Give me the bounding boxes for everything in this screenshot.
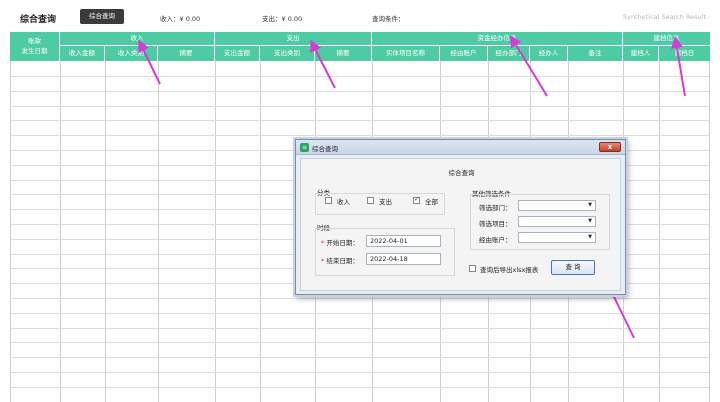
- grid-row-line: [10, 76, 710, 77]
- grid-column-line: [215, 61, 216, 402]
- grid-row-line: [10, 327, 710, 329]
- dialog-titlebar[interactable]: ≡ 综合查询 x: [296, 140, 625, 155]
- filter-project-select[interactable]: ▼: [518, 216, 596, 227]
- end-date-label: * 结束日期：: [321, 257, 359, 265]
- header-col-remarks: 备注: [568, 46, 623, 61]
- header-col-expense-summary: 摘要: [315, 46, 372, 61]
- grid-row-line: [10, 135, 710, 137]
- grid-column-line: [105, 61, 106, 402]
- via-account-select[interactable]: ▼: [518, 232, 596, 243]
- expense-checkbox-label: 支出: [379, 198, 392, 206]
- result-subtitle: Synthetical Search Result: [622, 13, 706, 21]
- grid-row-line: [10, 386, 710, 388]
- income-total: 收入：¥ 0.00: [160, 15, 201, 23]
- filter-dept-select[interactable]: ▼: [518, 200, 596, 211]
- header-col-income-summary: 摘要: [158, 46, 215, 61]
- dialog-heading: 综合查询: [448, 169, 475, 177]
- header-col-income-type: 收入类别: [105, 46, 158, 61]
- header-col-created-date: 建档日: [659, 46, 710, 61]
- grid-column-line: [709, 61, 710, 402]
- header-col-department: 经办部门: [488, 46, 530, 61]
- header-col-project-name: 实体项目名称: [372, 46, 440, 61]
- header-col-expense-amount: 支出金额: [215, 46, 260, 61]
- export-checkbox[interactable]: [469, 265, 476, 272]
- start-date-label: * 开始日期：: [321, 239, 359, 247]
- header-col-income-amount: 收入金额: [60, 46, 105, 61]
- top-bar: 综合查询 综合查询 收入：¥ 0.00 支出：¥ 0.00 查询条件： Synt…: [0, 0, 720, 32]
- header-col-expense-type: 支出类别: [260, 46, 315, 61]
- chevron-down-icon: ▼: [588, 234, 592, 240]
- header-group-funds: 资金经办信息: [372, 32, 623, 46]
- grid-row-line: [10, 372, 710, 373]
- expense-total: 支出：¥ 0.00: [262, 15, 303, 23]
- header-date-cell: 账款 发生日期: [10, 32, 60, 61]
- grid-column-line: [10, 61, 11, 402]
- header-date-line2: 发生日期: [21, 47, 48, 55]
- grid-row-line: [10, 312, 710, 314]
- grid-column-line: [60, 61, 61, 402]
- income-checkbox-label: 收入: [337, 198, 350, 206]
- grid-column-line: [659, 61, 660, 402]
- grid-row-line: [10, 298, 710, 299]
- all-checkbox[interactable]: [413, 195, 420, 204]
- dialog-body: 综合查询 分类 收入 支出 全部 时段 * 开始日期： 2022-04-01 *…: [300, 158, 621, 291]
- all-checkbox-label: 全部: [425, 198, 438, 206]
- header-col-creator: 建档人: [623, 46, 659, 61]
- header-group-income: 收入: [60, 32, 215, 46]
- app-icon: ≡: [300, 143, 309, 152]
- grid-column-line: [260, 61, 261, 402]
- income-checkbox[interactable]: [325, 197, 332, 204]
- header-group-archive: 建档信息: [623, 32, 710, 46]
- query-dialog: ≡ 综合查询 x 综合查询 分类 收入 支出 全部 时段 * 开始日期： 202…: [295, 139, 626, 295]
- filter-project-label: 筛选项目：: [479, 220, 512, 228]
- header-date-line1: 账款: [28, 37, 41, 45]
- grid-row-line: [10, 357, 710, 359]
- header-group-expense: 支出: [215, 32, 372, 46]
- query-conditions: 查询条件：: [372, 15, 405, 23]
- header-col-account: 经由账户: [440, 46, 488, 61]
- page-title: 综合查询: [20, 15, 57, 25]
- end-date-input[interactable]: 2022-04-18: [366, 253, 441, 265]
- comprehensive-query-button[interactable]: 综合查询: [80, 9, 124, 24]
- expense-checkbox[interactable]: [367, 197, 374, 204]
- header-col-handler: 经办人: [530, 46, 568, 61]
- grid-column-line: [158, 61, 159, 402]
- run-query-button[interactable]: 查 询: [551, 260, 595, 275]
- dialog-title: 综合查询: [312, 145, 338, 153]
- filter-dept-label: 筛选部门：: [479, 204, 512, 212]
- export-checkbox-label: 查询后导出xlsx报表: [480, 266, 539, 274]
- via-account-label: 经由账户：: [479, 236, 512, 244]
- chevron-down-icon: ▼: [588, 202, 592, 208]
- close-button[interactable]: x: [599, 142, 621, 152]
- grid-row-line: [10, 120, 710, 122]
- chevron-down-icon: ▼: [588, 218, 592, 224]
- grid-row-line: [10, 342, 710, 344]
- start-date-input[interactable]: 2022-04-01: [366, 235, 441, 247]
- grid-row-line: [10, 90, 710, 92]
- grid-row-line: [10, 105, 710, 107]
